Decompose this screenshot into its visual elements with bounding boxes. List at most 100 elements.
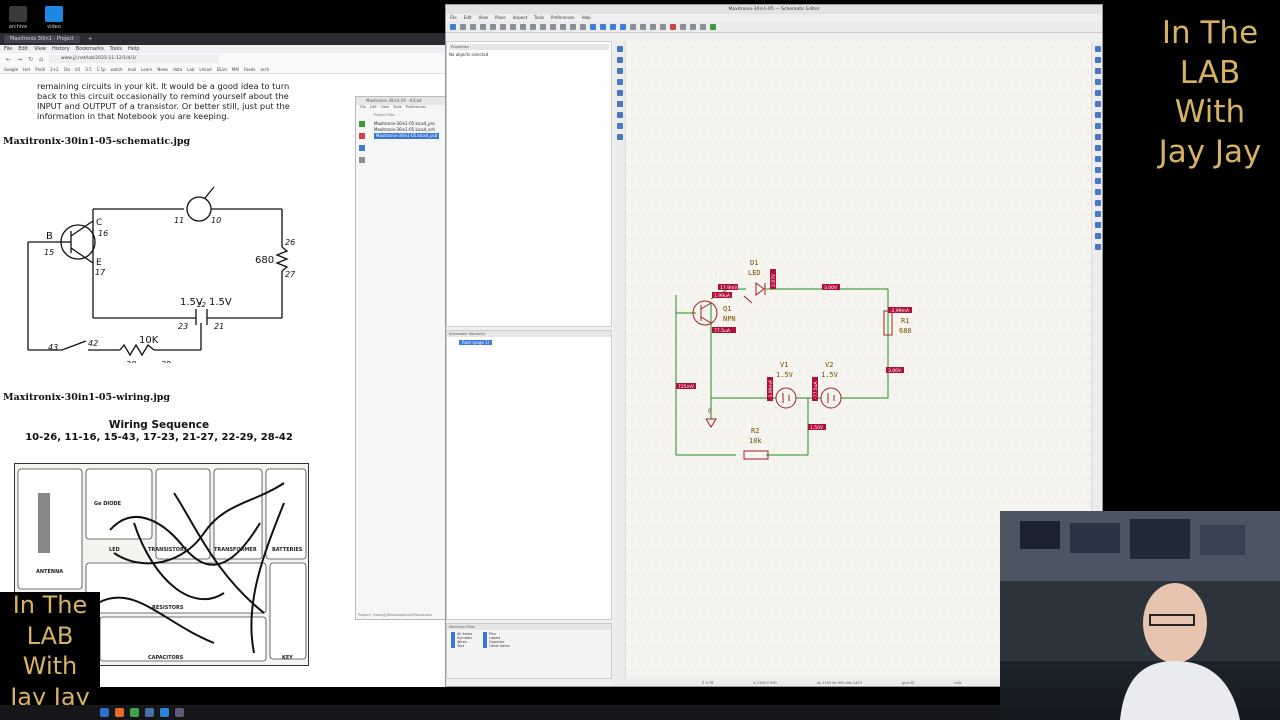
se-menu-inspect[interactable]: Inspect: [513, 15, 528, 20]
mirror-h-icon[interactable]: [620, 23, 626, 30]
bookmark-item[interactable]: News: [157, 67, 168, 72]
launcher-icon[interactable]: [100, 708, 109, 717]
bookmark-item[interactable]: Learn: [141, 67, 152, 72]
menu-history[interactable]: History: [52, 46, 70, 52]
undo-icon[interactable]: [500, 23, 506, 30]
bookmark-item[interactable]: watch: [111, 67, 123, 72]
forward-icon[interactable]: →: [17, 56, 22, 63]
find-replace-icon[interactable]: [530, 23, 536, 30]
net-label-icon[interactable]: [1094, 134, 1101, 140]
bookmark-item[interactable]: 1.5p: [97, 67, 106, 72]
redo-icon[interactable]: [510, 23, 516, 30]
add-rectangle-icon[interactable]: [1094, 200, 1101, 206]
units-inch-icon[interactable]: [616, 57, 623, 63]
pm-menu-preferences[interactable]: Preferences: [406, 105, 427, 111]
zoom-in-icon[interactable]: [550, 23, 556, 30]
se-menu-file[interactable]: File: [450, 15, 457, 20]
hidden-pins-icon[interactable]: [616, 90, 623, 96]
find-icon[interactable]: [520, 23, 526, 30]
bookmark-item[interactable]: DLim: [217, 67, 227, 72]
pm-menu-view[interactable]: View: [381, 105, 389, 111]
bookmark-item[interactable]: 3.5: [85, 67, 91, 72]
symbol-browser-icon[interactable]: [650, 23, 656, 30]
desktop-icon-archive[interactable]: archive: [0, 6, 38, 30]
pcb-editor-icon[interactable]: [710, 23, 716, 30]
firefox-icon[interactable]: [115, 708, 124, 717]
desktop-icon-video[interactable]: video: [34, 6, 74, 30]
menu-help[interactable]: Help: [128, 46, 139, 52]
delete-tool-icon[interactable]: [1094, 244, 1101, 250]
menu-file[interactable]: File: [4, 46, 12, 52]
save-icon[interactable]: [450, 23, 456, 30]
menu-bookmarks[interactable]: Bookmarks: [76, 46, 104, 52]
bom-icon[interactable]: [690, 23, 696, 30]
hierarchy-up-icon[interactable]: [630, 23, 636, 30]
select-tool-icon[interactable]: [1094, 46, 1101, 52]
se-menu-help[interactable]: Help: [582, 15, 591, 20]
refresh-icon[interactable]: [540, 23, 546, 30]
schematic-editor-icon[interactable]: [359, 121, 365, 127]
zoom-out-icon[interactable]: [560, 23, 566, 30]
print-icon[interactable]: [470, 23, 476, 30]
filter-other-items[interactable]: Other items: [483, 644, 513, 648]
tree-item-pcb[interactable]: Maxitronix-30in1-05.kicad_pcb: [374, 133, 440, 139]
menu-view[interactable]: View: [34, 46, 46, 52]
bookmark-item[interactable]: arch: [260, 67, 269, 72]
filter-text[interactable]: Text: [451, 644, 481, 648]
simulator-icon[interactable]: [700, 23, 706, 30]
zoom-selection-icon[interactable]: [580, 23, 586, 30]
global-label-icon[interactable]: [1094, 145, 1101, 151]
files-icon[interactable]: [145, 708, 154, 717]
new-tab-icon[interactable]: +: [88, 36, 92, 42]
bookmark-item[interactable]: Google: [4, 67, 18, 72]
rotate-ccw-icon[interactable]: [590, 23, 596, 30]
cursor-shape-icon[interactable]: [616, 79, 623, 85]
plot-icon[interactable]: [480, 23, 486, 30]
paste-icon[interactable]: [490, 23, 496, 30]
highlight-net-icon[interactable]: [1094, 57, 1101, 63]
kicad-icon[interactable]: [175, 708, 184, 717]
page-settings-icon[interactable]: [460, 23, 466, 30]
bookmark-item[interactable]: Hot: [23, 67, 30, 72]
add-text-icon[interactable]: [1094, 178, 1101, 184]
bookmark-item[interactable]: b5: [75, 67, 80, 72]
home-icon[interactable]: ⌂: [39, 56, 43, 63]
units-mm-icon[interactable]: [616, 68, 623, 74]
zoom-fit-icon[interactable]: [570, 23, 576, 30]
add-bus-icon[interactable]: [1094, 101, 1101, 107]
pcb-editor-icon[interactable]: [359, 145, 365, 151]
add-textbox-icon[interactable]: [1094, 189, 1101, 195]
menu-tools[interactable]: Tools: [110, 46, 122, 52]
browser-tab[interactable]: Maxitronix 30in1 - Project: [4, 35, 80, 43]
add-symbol-icon[interactable]: [1094, 68, 1101, 74]
bookmark-item[interactable]: data: [173, 67, 182, 72]
bookmark-item[interactable]: MM: [232, 67, 239, 72]
bookmark-item[interactable]: LAcad: [199, 67, 211, 72]
add-sheet-icon[interactable]: [1094, 167, 1101, 173]
bookmark-item[interactable]: mail: [128, 67, 137, 72]
url-bar[interactable]: www.jjl.net/lab/2025-11-12/1/4/1/: [48, 55, 219, 63]
reload-icon[interactable]: ↻: [28, 56, 33, 63]
menu-edit[interactable]: Edit: [18, 46, 28, 52]
net-highlight-icon[interactable]: [616, 134, 623, 140]
bookmark-item[interactable]: Feeds: [244, 67, 256, 72]
terminal-icon[interactable]: [130, 708, 139, 717]
add-image-icon[interactable]: [1094, 233, 1101, 239]
pm-menu-file[interactable]: File: [360, 105, 366, 111]
se-menu-view[interactable]: View: [478, 15, 488, 20]
mirror-v-icon[interactable]: [610, 23, 616, 30]
grid-toggle-icon[interactable]: [616, 46, 623, 52]
add-circle-icon[interactable]: [1094, 211, 1101, 217]
line-angle-icon[interactable]: [616, 101, 623, 107]
pm-menu-tools[interactable]: Tools: [393, 105, 402, 111]
se-menu-preferences[interactable]: Preferences: [551, 15, 575, 20]
bookmark-item[interactable]: 1to: [64, 67, 71, 72]
bookmark-item[interactable]: Prodi: [35, 67, 45, 72]
rotate-cw-icon[interactable]: [600, 23, 606, 30]
hier-label-icon[interactable]: [1094, 156, 1101, 162]
footprint-editor-icon[interactable]: [359, 157, 365, 163]
erc-icon[interactable]: [670, 23, 676, 30]
bookmark-item[interactable]: 2+2: [50, 67, 58, 72]
junction-icon[interactable]: [1094, 123, 1101, 129]
pm-menu-edit[interactable]: Edit: [370, 105, 377, 111]
